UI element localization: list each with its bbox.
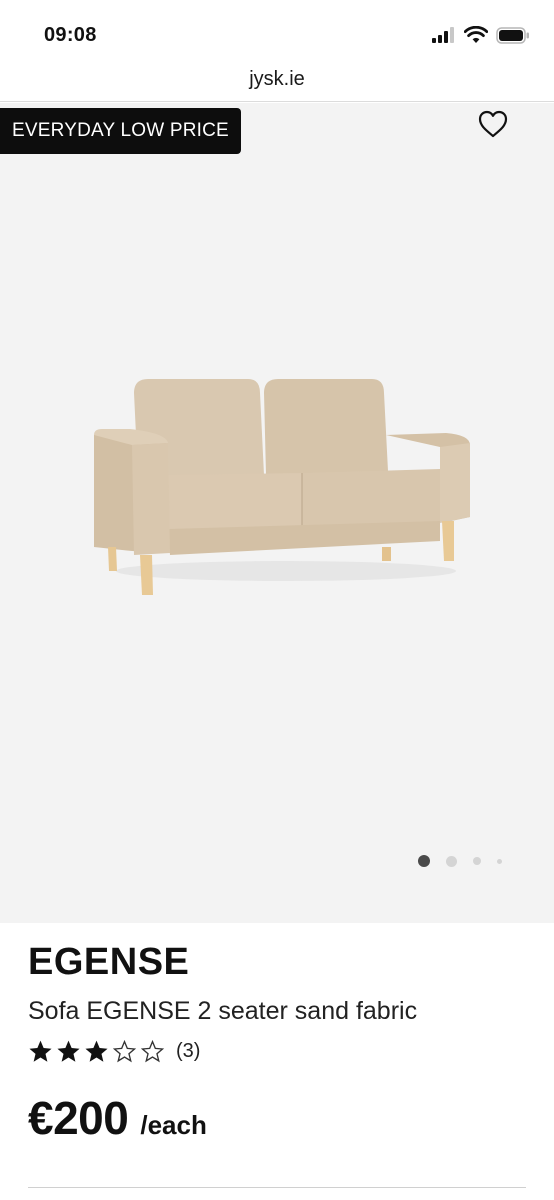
gallery-dot[interactable]: [473, 857, 481, 865]
star-filled-icon: [57, 1040, 80, 1062]
battery-icon: [496, 26, 530, 49]
star-empty-icon: [112, 1039, 137, 1063]
gallery-dot[interactable]: [497, 858, 502, 864]
star-filled-icon: [29, 1040, 52, 1062]
everyday-low-price-badge: EVERYDAY LOW PRICE: [0, 108, 241, 154]
wishlist-button[interactable]: [476, 109, 510, 143]
gallery-dot[interactable]: [446, 855, 457, 867]
product-description[interactable]: Sofa EGENSE 2 seater sand fabric: [28, 997, 417, 1026]
rating-count[interactable]: (3): [176, 1040, 200, 1063]
status-icons: [432, 25, 530, 49]
price-row: €200 /each: [28, 1091, 207, 1145]
gallery-dot-active[interactable]: [418, 855, 430, 867]
product-price: €200: [28, 1092, 129, 1144]
sofa-image[interactable]: [86, 371, 478, 601]
cellular-signal-icon: [432, 27, 456, 48]
gallery-pagination[interactable]: [418, 855, 502, 867]
wifi-icon: [463, 25, 489, 49]
status-bar: 09:08: [0, 0, 554, 62]
section-divider: [28, 1187, 526, 1188]
status-time: 09:08: [44, 24, 97, 46]
product-brand: EGENSE: [28, 941, 190, 983]
url-text[interactable]: jysk.ie: [249, 68, 305, 91]
star-empty-icon: [140, 1039, 165, 1063]
price-unit: /each: [140, 1110, 207, 1140]
product-rating[interactable]: (3): [28, 1039, 200, 1064]
heart-icon: [478, 110, 508, 143]
star-filled-icon: [85, 1040, 108, 1062]
browser-address-bar[interactable]: jysk.ie: [0, 62, 554, 102]
product-image-gallery[interactable]: EVERYDAY LOW PRICE: [0, 103, 554, 923]
